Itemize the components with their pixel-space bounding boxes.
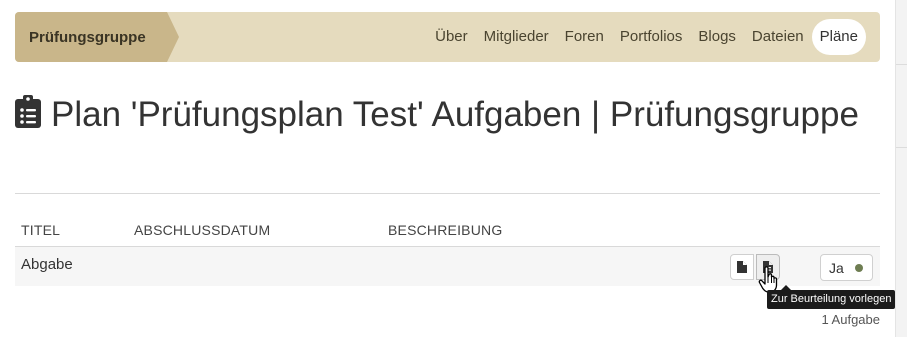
tab-files[interactable]: Dateien [744, 19, 812, 55]
completion-status-toggle[interactable]: Ja [820, 254, 873, 281]
column-header-description: BESCHREIBUNG [388, 222, 503, 238]
tooltip: Zur Beurteilung vorlegen [767, 285, 896, 309]
group-name[interactable]: Prüfungsgruppe [15, 12, 179, 62]
clipboard-list-icon [15, 95, 41, 128]
view-task-button[interactable] [730, 254, 754, 280]
tab-members[interactable]: Mitglieder [476, 19, 557, 55]
rail-divider [896, 147, 907, 148]
task-count: 1 Aufgabe [821, 312, 880, 327]
right-scroll-rail [895, 0, 907, 337]
status-label: Ja [829, 259, 844, 276]
tab-portfolios[interactable]: Portfolios [612, 19, 691, 55]
rail-divider [896, 64, 907, 65]
page-title-text: Plan 'Prüfungsplan Test' Aufgaben | Prüf… [51, 95, 859, 134]
tab-blogs[interactable]: Blogs [690, 19, 744, 55]
group-nav-bar: Prüfungsgruppe Über Mitglieder Foren Por… [15, 12, 880, 62]
tab-plans[interactable]: Pläne [811, 19, 866, 55]
tab-forums[interactable]: Foren [557, 19, 612, 55]
group-nav-tabs: Über Mitglieder Foren Portfolios Blogs D… [427, 19, 866, 55]
title-divider [15, 193, 880, 194]
file-icon [737, 261, 747, 273]
tab-about[interactable]: Über [427, 19, 476, 55]
column-header-title: TITEL [21, 222, 61, 238]
page-title: Plan 'Prüfungsplan Test' Aufgaben | Prüf… [15, 92, 865, 137]
column-header-due-date: ABSCHLUSSDATUM [134, 222, 271, 238]
task-title: Abgabe [21, 256, 73, 273]
status-dot [855, 264, 863, 272]
